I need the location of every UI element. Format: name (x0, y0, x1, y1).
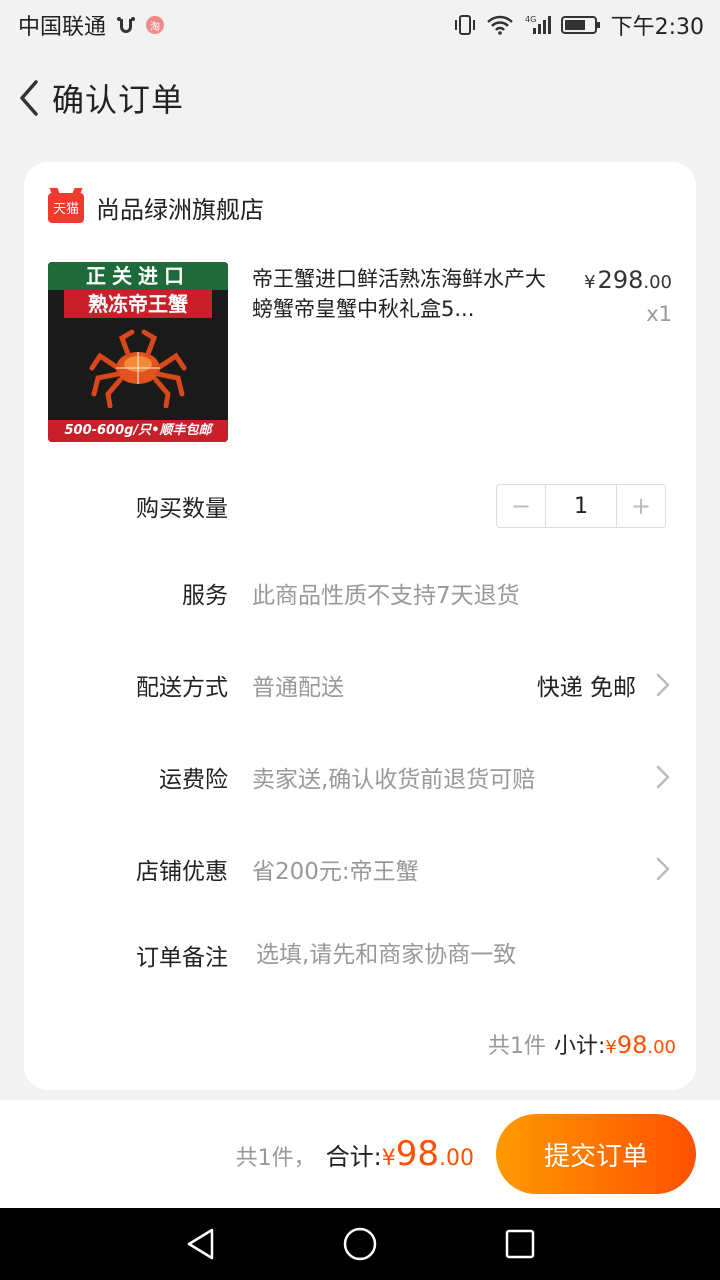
product-image-footer: 500-600g/只•顺丰包邮 (48, 420, 228, 442)
square-recents-icon (505, 1229, 535, 1259)
subtotal-symbol: ¥ (605, 1037, 617, 1058)
checkout-bar: 共1件， 合计: ¥98.00 提交订单 (0, 1100, 720, 1208)
decrement-button[interactable]: − (497, 485, 545, 527)
nav-back-button[interactable] (170, 1214, 230, 1274)
order-note-input[interactable] (256, 942, 636, 968)
chevron-left-icon (20, 80, 38, 116)
total-symbol: ¥ (381, 1146, 396, 1171)
notification-icon (116, 15, 136, 35)
quantity-stepper: − 1 + (496, 484, 666, 528)
subtotal-count: 共1件 (487, 1034, 546, 1059)
quantity-value[interactable]: 1 (545, 485, 617, 527)
delivery-row[interactable]: 配送方式 普通配送 快递 免邮 (24, 665, 696, 705)
discount-label: 店铺优惠 (136, 859, 228, 885)
delivery-label: 配送方式 (136, 675, 228, 701)
carrier-label: 中国联通 (18, 15, 107, 40)
shop-discount-row[interactable]: 店铺优惠 省200元:帝王蟹 (24, 849, 696, 889)
order-card: 天猫 尚品绿洲旗舰店 正关进口 熟冻帝王蟹 500-600g/只•顺丰包邮 帝王… (24, 162, 696, 1090)
increment-button[interactable]: + (617, 485, 665, 527)
delivery-value: 普通配送 (252, 675, 344, 701)
subtotal-label: 小计: (553, 1034, 606, 1059)
subtotal-integer: 98 (616, 1031, 648, 1059)
chevron-right-icon (656, 857, 670, 881)
page-title: 确认订单 (52, 81, 185, 119)
subtotal: 共1件 小计: ¥98.00 (488, 1028, 676, 1060)
nav-home-button[interactable] (330, 1214, 390, 1274)
circle-home-icon (343, 1227, 377, 1261)
vibrate-icon (453, 14, 477, 36)
total-amount: ¥98.00 (382, 1134, 474, 1174)
status-bar: 中国联通 淘 4G 下午2:30 (0, 0, 720, 50)
order-total: 共1件， 合计: ¥98.00 (236, 1134, 474, 1174)
total-decimal: .00 (439, 1146, 474, 1171)
product-image-banner-title: 熟冻帝王蟹 (64, 290, 212, 318)
shipping-insurance-row[interactable]: 运费险 卖家送,确认收货前退货可赔 (24, 757, 696, 797)
subtotal-decimal: .00 (647, 1037, 676, 1058)
shop-header[interactable]: 天猫 尚品绿洲旗舰店 (48, 190, 264, 225)
triangle-back-icon (187, 1228, 214, 1260)
submit-order-button[interactable]: 提交订单 (496, 1114, 696, 1194)
nav-recents-button[interactable] (490, 1214, 550, 1274)
tmall-logo-icon: 天猫 (48, 192, 84, 223)
wifi-icon (486, 15, 513, 35)
total-count: 共1件， (235, 1146, 316, 1171)
insurance-value: 卖家送,确认收货前退货可赔 (252, 767, 536, 793)
chevron-right-icon (656, 673, 670, 697)
app-badge-icon: 淘 (146, 16, 165, 34)
service-value: 此商品性质不支持7天退货 (252, 583, 520, 609)
shop-name: 尚品绿洲旗舰店 (96, 196, 264, 224)
service-row: 服务 此商品性质不支持7天退货 (24, 573, 696, 613)
price-decimal: .00 (643, 272, 672, 293)
insurance-label: 运费险 (159, 767, 228, 793)
delivery-method: 快递 免邮 (536, 675, 636, 701)
subtotal-amount: ¥98.00 (605, 1031, 676, 1059)
product-image-banner-top: 正关进口 (48, 262, 228, 290)
discount-value: 省200元:帝王蟹 (252, 859, 419, 885)
product-quantity: x1 (646, 302, 672, 326)
chevron-right-icon (656, 765, 670, 789)
order-note-row: 订单备注 (24, 935, 696, 975)
quantity-label: 购买数量 (136, 496, 228, 522)
price-integer: 298 (597, 266, 644, 294)
product-image[interactable]: 正关进口 熟冻帝王蟹 500-600g/只•顺丰包邮 (48, 262, 228, 442)
product-title[interactable]: 帝王蟹进口鲜活熟冻海鲜水产大螃蟹帝皇蟹中秋礼盒5... (252, 264, 552, 324)
back-button[interactable] (4, 68, 52, 128)
note-label: 订单备注 (136, 945, 228, 971)
service-label: 服务 (182, 583, 228, 609)
battery-icon (560, 15, 601, 35)
clock: 下午2:30 (610, 15, 704, 40)
quantity-row: 购买数量 − 1 + (24, 484, 696, 528)
crab-illustration (89, 329, 187, 408)
svg-text:4G: 4G (525, 15, 536, 24)
system-nav-bar (0, 1208, 720, 1280)
product-price: ¥298.00 (584, 266, 672, 294)
page-header: 确认订单 (0, 58, 720, 138)
cell-signal-icon: 4G (523, 14, 551, 36)
total-label: 合计: (325, 1143, 382, 1171)
total-integer: 98 (395, 1134, 439, 1174)
price-symbol: ¥ (584, 272, 596, 293)
